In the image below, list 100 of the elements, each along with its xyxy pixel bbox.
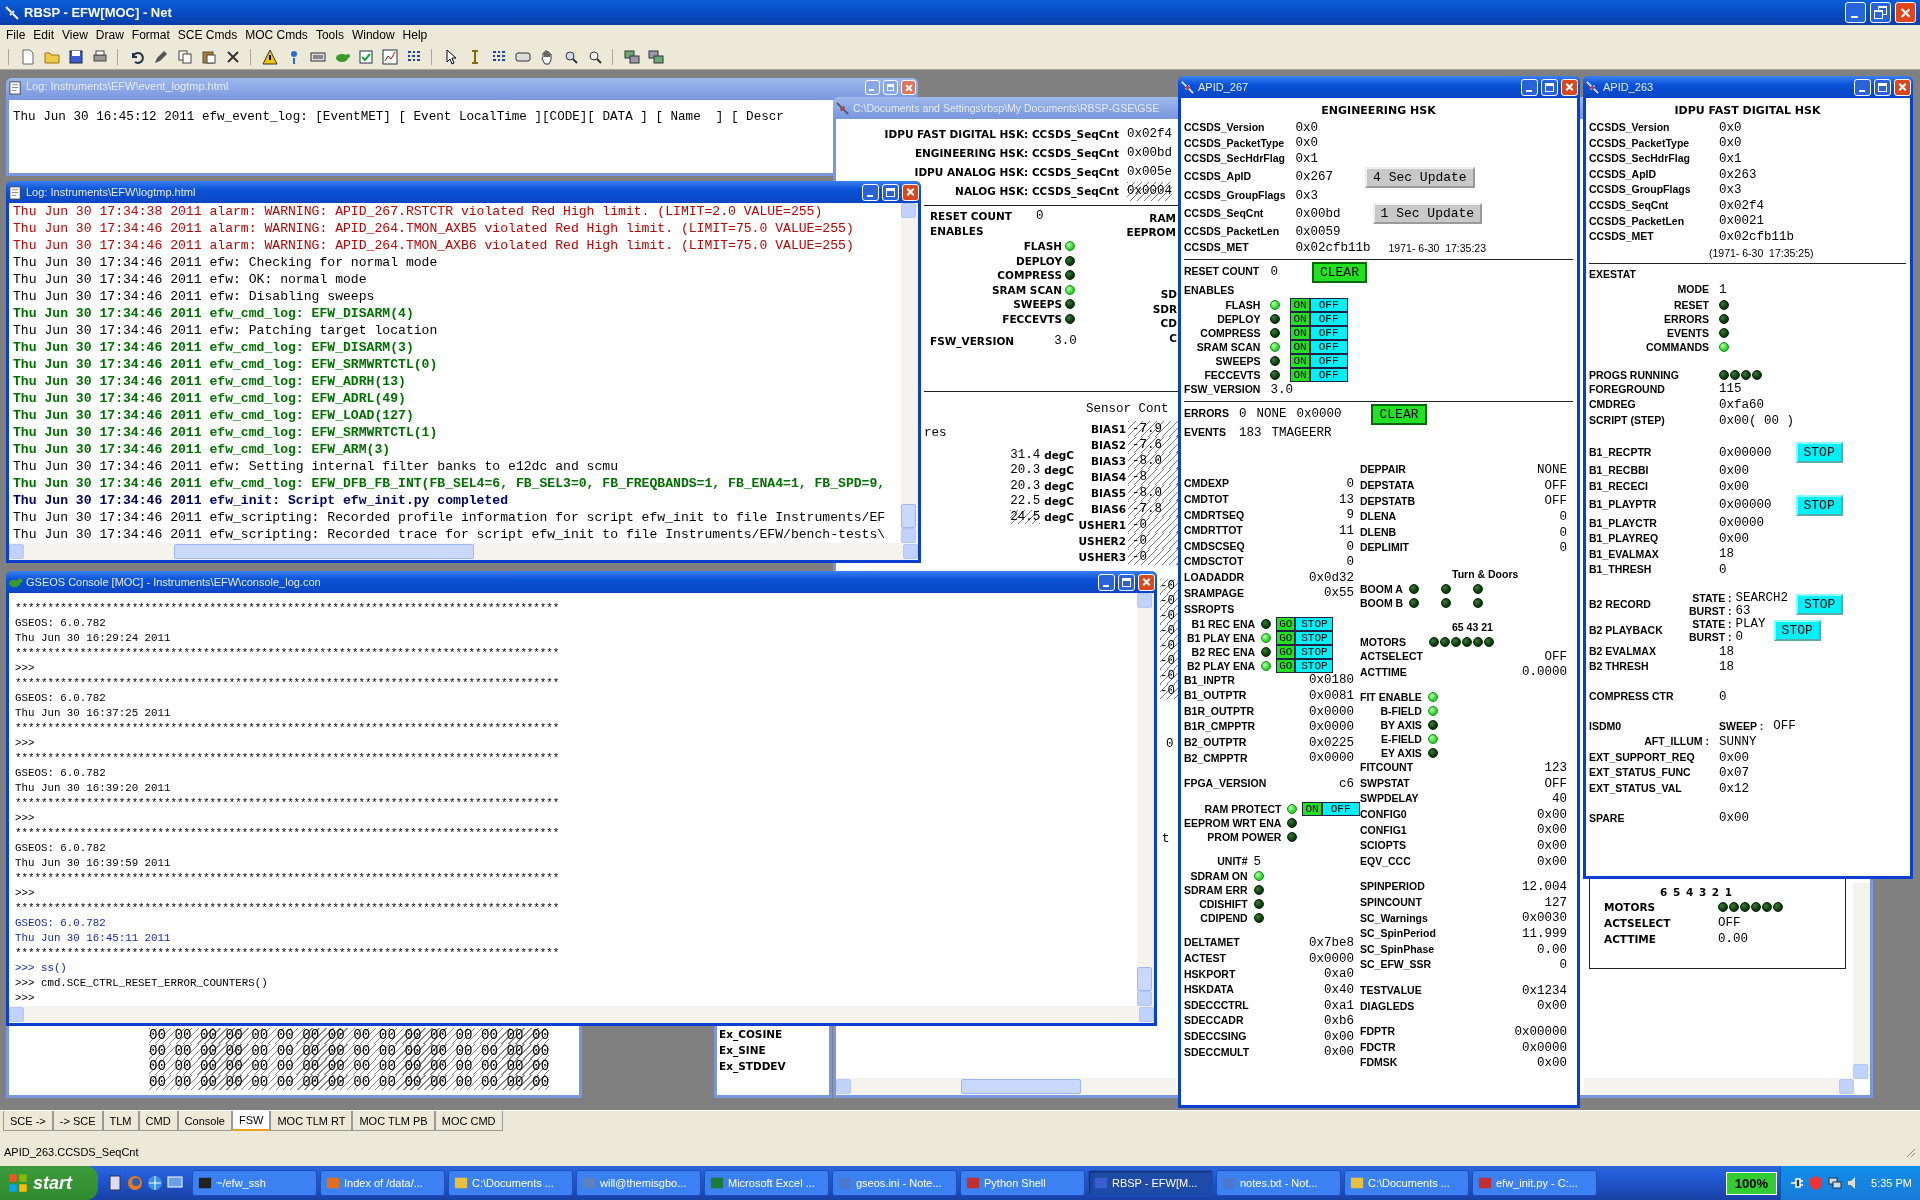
taskbar-item[interactable]: RBSP - EFW[M... bbox=[1088, 1170, 1213, 1196]
toggle-button[interactable]: ON bbox=[1302, 801, 1322, 816]
close-button[interactable] bbox=[902, 183, 919, 201]
vertical-scrollbar[interactable] bbox=[1137, 593, 1154, 1006]
toggle-button[interactable]: OFF bbox=[1309, 312, 1348, 327]
windows-icon[interactable] bbox=[648, 49, 664, 65]
tab[interactable]: CMD bbox=[138, 1111, 178, 1131]
toggle-button[interactable]: OFF bbox=[1309, 368, 1348, 383]
menu-item[interactable]: MOC Cmds bbox=[241, 28, 312, 42]
close-button[interactable] bbox=[1561, 78, 1578, 96]
tab[interactable]: SCE -> bbox=[3, 1111, 53, 1131]
zoom-icon[interactable] bbox=[563, 49, 579, 65]
minimize-button[interactable] bbox=[1845, 2, 1866, 23]
update-button[interactable]: 1 Sec Update bbox=[1372, 203, 1483, 225]
minimize-button[interactable] bbox=[1854, 78, 1871, 96]
chart-icon[interactable] bbox=[382, 49, 398, 65]
toggle-button[interactable]: OFF bbox=[1309, 326, 1348, 341]
menu-item[interactable]: File bbox=[2, 28, 30, 42]
toggle-button[interactable]: GO bbox=[1276, 616, 1296, 631]
toggle-button[interactable]: OFF bbox=[1321, 801, 1360, 816]
tab[interactable]: MOC TLM RT bbox=[270, 1111, 353, 1131]
desktop-icon[interactable] bbox=[167, 1175, 183, 1191]
toggle-button[interactable]: ON bbox=[1290, 298, 1310, 313]
maximize-button[interactable] bbox=[1118, 573, 1135, 591]
menu-item[interactable]: Format bbox=[127, 28, 174, 42]
menu-item[interactable]: View bbox=[58, 28, 92, 42]
maximize-button[interactable] bbox=[882, 183, 899, 201]
horizontal-scrollbar[interactable] bbox=[1584, 1078, 1854, 1095]
toggle-button[interactable]: OFF bbox=[1309, 340, 1348, 355]
taskbar-item[interactable]: C:\Documents ... bbox=[1344, 1170, 1469, 1196]
list-item[interactable]: Ex_STDDEV bbox=[719, 1058, 829, 1074]
tab[interactable]: TLM bbox=[102, 1111, 139, 1131]
minimize-button[interactable] bbox=[862, 183, 879, 201]
stop-button[interactable]: STOP bbox=[1796, 594, 1844, 616]
clear-button[interactable]: CLEAR bbox=[1311, 261, 1367, 283]
taskbar-item[interactable]: Python Shell bbox=[960, 1170, 1085, 1196]
network-icon[interactable] bbox=[1827, 1175, 1844, 1191]
toggle-button[interactable]: OFF bbox=[1309, 354, 1348, 369]
undo-icon[interactable] bbox=[129, 49, 145, 65]
pencil-icon[interactable] bbox=[153, 49, 169, 65]
taskbar-item[interactable]: will@themisgbo... bbox=[576, 1170, 701, 1196]
horizontal-scrollbar[interactable] bbox=[836, 1078, 1176, 1095]
tab[interactable]: MOC CMD bbox=[434, 1111, 503, 1131]
close-button[interactable] bbox=[1138, 573, 1155, 591]
copy-icon[interactable] bbox=[177, 49, 193, 65]
minimize-button[interactable] bbox=[1521, 78, 1538, 96]
stop-button[interactable]: STOP bbox=[1795, 442, 1843, 464]
minimize-button[interactable] bbox=[1098, 573, 1115, 591]
close-button[interactable] bbox=[1895, 2, 1916, 23]
taskbar-item[interactable]: ~/efw_ssh bbox=[192, 1170, 317, 1196]
toggle-button[interactable]: ON bbox=[1290, 326, 1310, 341]
vertical-scrollbar[interactable] bbox=[901, 203, 918, 543]
tab[interactable]: MOC TLM PB bbox=[352, 1111, 435, 1131]
clear-button[interactable]: CLEAR bbox=[1371, 403, 1427, 425]
horizontal-scrollbar[interactable] bbox=[9, 1006, 1154, 1023]
tab[interactable]: -> SCE bbox=[52, 1111, 103, 1131]
toggle-button[interactable]: ON bbox=[1290, 368, 1310, 383]
tab[interactable]: Console bbox=[177, 1111, 232, 1131]
tab[interactable]: FSW bbox=[231, 1111, 271, 1131]
toggle-button[interactable]: ON bbox=[1290, 354, 1310, 369]
stop-button[interactable]: STOP bbox=[1773, 620, 1821, 642]
close-button[interactable] bbox=[1894, 78, 1911, 96]
maximize-button[interactable] bbox=[1874, 78, 1891, 96]
taskbar-item[interactable]: C:\Documents ... bbox=[448, 1170, 573, 1196]
list-item[interactable]: Ex_COSINE bbox=[719, 1026, 829, 1042]
toggle-button[interactable]: ON bbox=[1290, 312, 1310, 327]
vertical-scrollbar[interactable] bbox=[1853, 883, 1870, 1079]
list-item[interactable]: Ex_SINE bbox=[719, 1042, 829, 1058]
menu-item[interactable]: Help bbox=[398, 28, 432, 42]
start-button[interactable]: start bbox=[0, 1166, 98, 1200]
menu-item[interactable]: Tools bbox=[311, 28, 348, 42]
menu-item[interactable]: Window bbox=[347, 28, 399, 42]
zoom-icon[interactable] bbox=[587, 49, 603, 65]
windows-icon[interactable] bbox=[624, 49, 640, 65]
delete-icon[interactable] bbox=[225, 49, 241, 65]
taskbar-item[interactable]: Microsoft Excel ... bbox=[704, 1170, 829, 1196]
stop-button[interactable]: STOP bbox=[1795, 494, 1843, 516]
menu-item[interactable]: Edit bbox=[29, 28, 59, 42]
taskbar-item[interactable]: Index of /data/... bbox=[320, 1170, 445, 1196]
menu-item[interactable]: SCE Cmds bbox=[173, 28, 242, 42]
new-file-icon[interactable] bbox=[20, 49, 36, 65]
close-button[interactable] bbox=[901, 80, 916, 95]
pointer-icon[interactable] bbox=[443, 49, 459, 65]
button-icon[interactable] bbox=[515, 49, 531, 65]
restore-button[interactable] bbox=[1870, 2, 1891, 23]
paste-icon[interactable] bbox=[201, 49, 217, 65]
checkbox-icon[interactable] bbox=[358, 49, 374, 65]
menu-item[interactable]: Draw bbox=[91, 28, 128, 42]
warning-icon[interactable] bbox=[262, 49, 278, 65]
maximize-button[interactable] bbox=[1541, 78, 1558, 96]
toggle-button[interactable]: ON bbox=[1290, 340, 1310, 355]
toggle-button[interactable]: OFF bbox=[1309, 298, 1348, 313]
toggle-button[interactable]: STOP bbox=[1295, 616, 1334, 631]
update-button[interactable]: 4 Sec Update bbox=[1365, 166, 1475, 188]
taskbar-item[interactable]: gseos.ini - Note... bbox=[832, 1170, 957, 1196]
printer-icon[interactable] bbox=[92, 49, 108, 65]
taskbar-item[interactable]: efw_init.py - C:... bbox=[1472, 1170, 1597, 1196]
horizontal-scrollbar[interactable] bbox=[9, 543, 918, 560]
document-icon[interactable] bbox=[107, 1175, 123, 1191]
taskbar-item[interactable]: notes.txt - Not... bbox=[1216, 1170, 1341, 1196]
